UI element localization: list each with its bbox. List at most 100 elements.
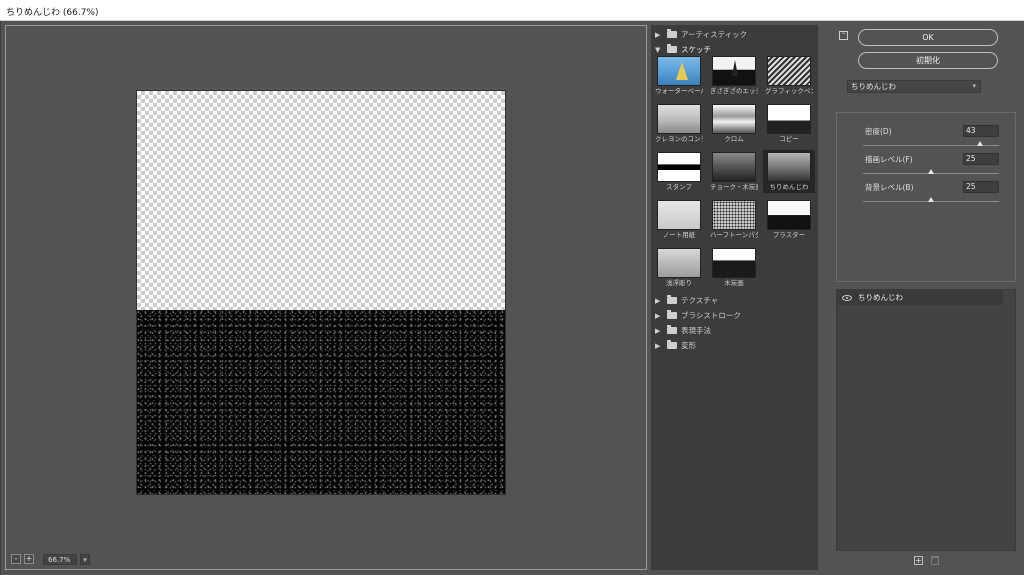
category-stylize[interactable]: ▶ 表現手法 [651,323,818,338]
effect-layer[interactable]: ちりめんじわ [837,290,1003,305]
category-label: スケッチ [681,45,711,54]
category-brush-strokes[interactable]: ▶ ブラシストローク [651,308,818,323]
chevron-right-icon: ▶ [655,341,661,350]
category-label: アーティスティック [681,30,748,39]
filter-halftone-pattern[interactable]: ハーフトーンパターン [710,200,758,239]
preview-pane[interactable]: - + 66.7% ▾ [5,25,647,570]
filter-label: クロム [724,135,744,143]
folder-icon [667,29,677,38]
filter-label: ちりめんじわ [769,183,809,191]
filter-graphic-pen[interactable]: グラフィックペン [765,56,813,95]
filter-label: コピー [779,135,799,143]
zoom-level[interactable]: 66.7% [43,553,77,565]
chevron-down-icon: ▼ [655,45,661,54]
thumbnail [657,104,701,134]
background-level-slider-knob[interactable] [928,197,934,202]
filter-note-paper[interactable]: ノート用紙 [655,200,703,239]
category-texture[interactable]: ▶ テクスチャ [651,293,818,308]
category-artistic[interactable]: ▶ アーティスティック [651,27,818,42]
filter-label: 浅浮彫り [666,279,692,287]
filter-label: チョーク・木炭画 [710,183,758,191]
settings-panel: ⌃ OK 初期化 密度(D) 43 描画レベル(F) 25 背景レベル(B) 2… [831,25,1017,570]
reset-button[interactable]: 初期化 [858,52,998,69]
filter-label: ぎざぎざのエッジ [710,87,758,95]
filter-select[interactable]: ちりめんじわ ▾ [847,80,981,93]
chevron-right-icon: ▶ [655,296,661,305]
param-label: 描画レベル(F) [865,155,913,164]
filter-label: グラフィックペン [765,87,813,95]
thumbnail [767,104,811,134]
filter-stamp[interactable]: スタンプ [655,152,703,191]
chevron-right-icon: ▶ [655,311,661,320]
zoom-in-button[interactable]: + [24,554,34,564]
filter-label: ウォーターペーパー [655,87,703,95]
chevron-down-icon: ▾ [972,82,976,90]
filter-conte-crayon[interactable]: クレヨンのコンテ画 [655,104,703,143]
filter-label: ノート用紙 [662,231,696,239]
filter-gallery: ▶ アーティスティック ▼ スケッチ ウォーターペーパー ぎざぎざのエッジ グラ… [651,25,818,570]
thumbnail [657,200,701,230]
param-label: 背景レベル(B) [865,183,914,192]
preview-canvas[interactable] [136,90,506,495]
density-value-input[interactable]: 43 [963,125,999,137]
filter-bas-relief[interactable]: 浅浮彫り [655,248,703,287]
trash-icon[interactable] [931,556,939,565]
filter-torn-edges[interactable]: ぎざぎざのエッジ [710,56,758,95]
thumbnail [767,200,811,230]
filter-chrome[interactable]: クロム [710,104,758,143]
category-label: 変形 [681,341,696,350]
filter-label: 木炭画 [724,279,744,287]
transparent-area [137,91,505,310]
category-distort[interactable]: ▶ 変形 [651,338,818,353]
thumbnail [767,152,811,182]
effect-layers-list: ちりめんじわ [836,289,1016,551]
ok-button[interactable]: OK [858,29,998,46]
thumbnail [712,248,756,278]
eye-icon[interactable] [842,294,852,301]
filter-photocopy[interactable]: コピー [765,104,813,143]
filter-label: スタンプ [666,183,692,191]
filter-watercolor-paper[interactable]: ウォーターペーパー [655,56,703,95]
filter-label: ハーフトーンパターン [710,231,758,239]
category-label: 表現手法 [681,326,711,335]
collapse-gallery-icon[interactable]: ⌃ [839,31,848,40]
window-title: ちりめんじわ (66.7%) [6,8,99,18]
folder-icon [667,340,677,349]
zoom-bar: - + 66.7% ▾ [11,553,90,565]
filter-select-value: ちりめんじわ [851,82,896,91]
chevron-right-icon: ▶ [655,326,661,335]
chevron-right-icon: ▶ [655,30,661,39]
filter-plaster[interactable]: プラスター [765,200,813,239]
thumbnail [712,200,756,230]
thumbnail [657,248,701,278]
background-level-input[interactable]: 25 [963,181,999,193]
layer-label: ちりめんじわ [858,293,903,302]
thumbnail [767,56,811,86]
folder-icon [667,310,677,319]
param-label: 密度(D) [865,127,892,136]
filter-reticulation[interactable]: ちりめんじわ [763,150,815,193]
foreground-level-slider-knob[interactable] [928,169,934,174]
thumbnail [657,56,701,86]
filter-charcoal[interactable]: 木炭画 [710,248,758,287]
chevron-down-icon[interactable]: ▾ [80,553,90,565]
new-effect-layer-icon[interactable]: + [914,556,923,565]
filter-chalk-charcoal[interactable]: チョーク・木炭画 [710,152,758,191]
title-bar: ちりめんじわ (66.7%) [0,0,1024,21]
thumbnail [712,56,756,86]
folder-icon [667,325,677,334]
thumbnail [712,104,756,134]
thumbnail [657,152,701,182]
density-slider-knob[interactable] [976,141,983,146]
folder-icon [667,295,677,304]
foreground-level-input[interactable]: 25 [963,153,999,165]
category-label: テクスチャ [681,296,719,305]
filter-label: プラスター [772,231,806,239]
zoom-out-button[interactable]: - [11,554,21,564]
thumbnail [712,152,756,182]
category-label: ブラシストローク [681,311,741,320]
filter-options-group: 密度(D) 43 描画レベル(F) 25 背景レベル(B) 25 [836,112,1016,282]
category-sketch[interactable]: ▼ スケッチ [651,42,818,57]
filtered-image-area [137,310,505,494]
filter-label: クレヨンのコンテ画 [655,135,703,143]
